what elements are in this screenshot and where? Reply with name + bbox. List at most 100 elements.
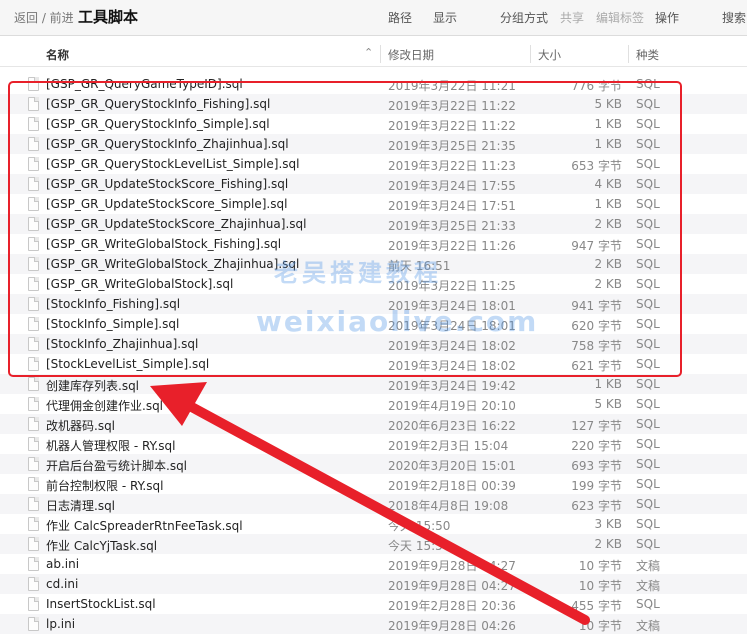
file-row[interactable]: [GSP_GR_UpdateStockScore_Fishing].sql 201…: [0, 174, 747, 194]
file-size: 2 KB: [594, 257, 622, 271]
file-kind: 文稿: [636, 559, 661, 573]
file-row[interactable]: [GSP_GR_WriteGlobalStock_Fishing].sql 201…: [0, 234, 747, 254]
document-icon: [28, 397, 39, 411]
file-kind: SQL: [636, 257, 660, 271]
file-date: 2019年3月22日 11:25: [388, 279, 516, 293]
column-divider[interactable]: [380, 45, 381, 63]
file-row[interactable]: ab.ini 2019年9月28日 04:27 10 字节 文稿: [0, 554, 747, 574]
document-icon: [28, 417, 39, 431]
document-icon: [28, 257, 39, 271]
file-date: 2019年2月28日 20:36: [388, 599, 516, 613]
document-icon: [28, 277, 39, 291]
back-forward-button[interactable]: 返回 / 前进: [14, 9, 74, 26]
file-name: 日志清理.sql: [46, 499, 116, 513]
column-kind[interactable]: 种类: [636, 47, 659, 63]
column-divider[interactable]: [530, 45, 531, 63]
file-date: 2019年3月25日 21:35: [388, 139, 516, 153]
file-row[interactable]: 日志清理.sql 2018年4月8日 19:08 623 字节 SQL: [0, 494, 747, 514]
document-icon: [28, 237, 39, 251]
file-date: 2019年2月18日 00:39: [388, 479, 516, 493]
file-date: 2019年3月24日 17:51: [388, 199, 516, 213]
file-size: 199 字节: [571, 479, 622, 493]
file-date: 2019年3月22日 11:22: [388, 119, 516, 133]
document-icon: [28, 197, 39, 211]
edit-tags-button[interactable]: 编辑标签: [596, 9, 644, 26]
document-icon: [28, 317, 39, 331]
path-button[interactable]: 路径: [388, 9, 412, 26]
column-divider[interactable]: [628, 45, 629, 63]
file-row[interactable]: [GSP_GR_UpdateStockScore_Zhajinhua].sql 2…: [0, 214, 747, 234]
file-name: [GSP_GR_QueryStockInfo_Zhajinhua].sql: [46, 137, 289, 151]
document-icon: [28, 377, 39, 391]
file-kind: SQL: [636, 397, 660, 411]
file-kind: SQL: [636, 197, 660, 211]
search-button[interactable]: 搜索: [722, 9, 746, 26]
file-kind: SQL: [636, 177, 660, 191]
file-row[interactable]: 代理佣金创建作业.sql 2019年4月19日 20:10 5 KB SQL: [0, 394, 747, 414]
document-icon: [28, 117, 39, 131]
file-size: 776 字节: [571, 79, 622, 93]
file-kind: SQL: [636, 137, 660, 151]
view-button[interactable]: 显示: [433, 9, 457, 26]
file-name: 作业 CalcYjTask.sql: [46, 539, 158, 553]
file-row[interactable]: [GSP_GR_QueryStockInfo_Simple].sql 2019年3…: [0, 114, 747, 134]
file-name: lp.ini: [46, 617, 76, 631]
file-name: [GSP_GR_QueryStockLevelList_Simple].sql: [46, 157, 300, 171]
file-row[interactable]: [GSP_GR_WriteGlobalStock].sql 2019年3月22日 …: [0, 274, 747, 294]
file-size: 2 KB: [594, 277, 622, 291]
file-kind: SQL: [636, 377, 660, 391]
file-name: [GSP_GR_QueryGameTypeID].sql: [46, 77, 243, 91]
file-name: [GSP_GR_UpdateStockScore_Zhajinhua].sql: [46, 217, 307, 231]
file-kind: SQL: [636, 497, 660, 511]
file-row[interactable]: cd.ini 2019年9月28日 04:27 10 字节 文稿: [0, 574, 747, 594]
file-row[interactable]: [GSP_GR_QueryStockInfo_Fishing].sql 2019年…: [0, 94, 747, 114]
file-name: [GSP_GR_UpdateStockScore_Fishing].sql: [46, 177, 289, 191]
sort-ascending-icon: ⌃: [364, 46, 374, 59]
column-size[interactable]: 大小: [538, 47, 561, 63]
file-size: 621 字节: [571, 359, 622, 373]
file-name: 机器人管理权限 - RY.sql: [46, 439, 176, 453]
file-size: 947 字节: [571, 239, 622, 253]
file-row[interactable]: 作业 CalcSpreaderRtnFeeTask.sql 今天 15:50 3 K…: [0, 514, 747, 534]
file-date: 2019年9月28日 04:27: [388, 559, 516, 573]
file-row[interactable]: [GSP_GR_QueryStockInfo_Zhajinhua].sql 201…: [0, 134, 747, 154]
document-icon: [28, 97, 39, 111]
file-row[interactable]: [StockInfo_Zhajinhua].sql 2019年3月24日 18:0…: [0, 334, 747, 354]
column-date[interactable]: 修改日期: [388, 47, 434, 63]
share-button[interactable]: 共享: [560, 9, 584, 26]
file-row[interactable]: [GSP_GR_QueryStockLevelList_Simple].sql 2…: [0, 154, 747, 174]
file-size: 4 KB: [594, 177, 622, 191]
document-icon: [28, 77, 39, 91]
file-row[interactable]: [StockInfo_Fishing].sql 2019年3月24日 18:01 9…: [0, 294, 747, 314]
file-row[interactable]: [StockLevelList_Simple].sql 2019年3月24日 18…: [0, 354, 747, 374]
file-kind: SQL: [636, 537, 660, 551]
document-icon: [28, 137, 39, 151]
file-row[interactable]: 机器人管理权限 - RY.sql 2019年2月3日 15:04 220 字节 SQL: [0, 434, 747, 454]
file-size: 127 字节: [571, 419, 622, 433]
file-row[interactable]: 作业 CalcYjTask.sql 今天 15:50 2 KB SQL: [0, 534, 747, 554]
file-row[interactable]: InsertStockList.sql 2019年2月28日 20:36 455 字…: [0, 594, 747, 614]
file-kind: SQL: [636, 417, 660, 431]
file-row[interactable]: 开启后台盈亏统计脚本.sql 2020年3月20日 15:01 693 字节 SQL: [0, 454, 747, 474]
file-row[interactable]: [GSP_GR_WriteGlobalStock_Zhajinhua].sql 前…: [0, 254, 747, 274]
file-row[interactable]: [GSP_GR_UpdateStockScore_Simple].sql 2019…: [0, 194, 747, 214]
action-button[interactable]: 操作: [655, 9, 679, 26]
file-row[interactable]: 改机器码.sql 2020年6月23日 16:22 127 字节 SQL: [0, 414, 747, 434]
file-size: 1 KB: [594, 197, 622, 211]
group-by-button[interactable]: 分组方式: [500, 9, 548, 26]
file-kind: SQL: [636, 217, 660, 231]
file-row[interactable]: [StockInfo_Simple].sql 2019年3月24日 18:01 62…: [0, 314, 747, 334]
file-name: [StockInfo_Simple].sql: [46, 317, 180, 331]
document-icon: [28, 597, 39, 611]
file-date: 2019年3月24日 18:01: [388, 319, 516, 333]
file-size: 2 KB: [594, 217, 622, 231]
file-row[interactable]: 前台控制权限 - RY.sql 2019年2月18日 00:39 199 字节 SQL: [0, 474, 747, 494]
file-size: 1 KB: [594, 117, 622, 131]
file-name: [GSP_GR_WriteGlobalStock_Fishing].sql: [46, 237, 282, 251]
column-name[interactable]: 名称: [46, 47, 69, 63]
file-name: 开启后台盈亏统计脚本.sql: [46, 459, 188, 473]
file-row[interactable]: 创建库存列表.sql 2019年3月24日 19:42 1 KB SQL: [0, 374, 747, 394]
file-row[interactable]: [GSP_GR_QueryGameTypeID].sql 2019年3月22日 1…: [0, 74, 747, 94]
file-row[interactable]: lp.ini 2019年9月28日 04:26 10 字节 文稿: [0, 614, 747, 634]
file-name: 改机器码.sql: [46, 419, 116, 433]
